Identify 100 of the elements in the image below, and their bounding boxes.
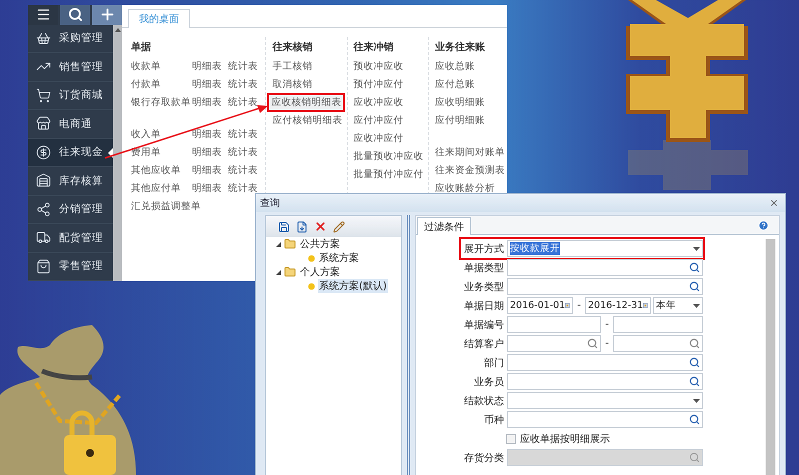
selected-text: 按收款展开 [510, 242, 560, 255]
sidebar-item[interactable]: 零售管理 [28, 252, 113, 281]
sidebar-item[interactable]: 订货商城 [28, 82, 113, 110]
menu-link[interactable]: 应付明细账 [434, 114, 485, 126]
sidebar-item[interactable]: 分销管理 [28, 196, 113, 224]
report-link[interactable]: 明细表 [192, 164, 228, 176]
dropdown-field[interactable]: 按收款展开 [507, 240, 703, 257]
search-button[interactable] [60, 5, 90, 24]
lookup-icon [689, 452, 700, 463]
tab[interactable]: 过滤条件 [417, 217, 471, 235]
sidebar-item[interactable]: 往来现金 [28, 138, 113, 167]
search-field[interactable] [613, 335, 703, 352]
report-link[interactable]: 明细表 [192, 96, 228, 108]
menu-link[interactable]: 手工核销 [272, 60, 312, 72]
scrollbar[interactable] [113, 24, 122, 281]
menu-link[interactable]: 批量预收冲应收 [354, 150, 424, 162]
report-link[interactable]: 统计表 [228, 60, 258, 72]
lookup-field[interactable] [507, 373, 703, 390]
menu-link[interactable]: 应收明细账 [434, 96, 485, 108]
calendar-icon[interactable] [643, 301, 648, 310]
menu-link[interactable]: 应付核销明细表 [272, 114, 342, 126]
report-link[interactable]: 统计表 [228, 146, 258, 158]
report-link[interactable]: 统计表 [228, 164, 258, 176]
menu-link[interactable]: 其他应付单 [131, 182, 192, 194]
caret-icon [693, 398, 700, 402]
dot-icon [308, 254, 315, 262]
report-link[interactable]: 明细表 [192, 78, 228, 90]
tree-item[interactable]: 个人方案 [299, 265, 341, 279]
text-field[interactable] [613, 316, 703, 333]
search-icon[interactable] [587, 338, 598, 349]
column-heading: 单据 [131, 40, 152, 55]
lookup-icon[interactable] [689, 376, 700, 387]
lookup-field[interactable] [507, 278, 703, 295]
column-heading: 往来冲销 [354, 40, 395, 55]
tree-item[interactable]: 系统方案(默认) [318, 279, 388, 293]
field-label: 单据编号 [464, 318, 504, 332]
menu-link[interactable]: 其他应收单 [131, 164, 192, 176]
menu-link[interactable]: 汇兑损益调整单 [131, 200, 201, 212]
lookup-field[interactable] [507, 411, 703, 428]
menu-link[interactable]: 批量预付冲应付 [354, 168, 424, 180]
save-icon[interactable] [278, 220, 290, 232]
report-link[interactable]: 统计表 [228, 182, 258, 194]
menu-link[interactable]: 应收冲应付 [354, 132, 404, 144]
field-label: 币种 [483, 414, 504, 426]
menu-link[interactable]: 收款单 [131, 60, 192, 72]
field-label: 业务员 [473, 376, 504, 388]
menu-link[interactable]: 银行存取款单 [131, 96, 192, 108]
menu-link[interactable]: 应收核销明细表 [269, 94, 344, 110]
save-as-icon[interactable] [296, 220, 308, 232]
add-button[interactable] [92, 5, 122, 24]
lookup-icon[interactable] [689, 414, 700, 425]
lookup-field[interactable] [507, 354, 703, 371]
dropdown-field[interactable] [507, 392, 703, 409]
menu-link[interactable]: 往来资金预测表 [434, 164, 505, 176]
menu-link[interactable]: 往来期间对账单 [434, 146, 505, 158]
period-dropdown[interactable]: 本年 [653, 297, 703, 314]
caret-icon [693, 304, 700, 308]
edit-icon[interactable] [333, 220, 345, 232]
delete-icon[interactable] [314, 220, 327, 233]
report-link[interactable]: 统计表 [228, 96, 258, 108]
menu-link[interactable]: 付款单 [131, 78, 192, 90]
report-link[interactable]: 明细表 [192, 60, 228, 72]
report-link[interactable]: 统计表 [228, 78, 258, 90]
search-field[interactable] [507, 335, 601, 352]
dollar-circle-icon [36, 144, 51, 160]
report-link[interactable]: 统计表 [228, 128, 258, 140]
lookup-icon[interactable] [689, 357, 700, 368]
menu-link[interactable]: 取消核销 [272, 78, 312, 90]
lookup-icon[interactable] [689, 262, 700, 273]
tree-item[interactable]: 系统方案 [318, 251, 360, 265]
tree-item[interactable]: 公共方案 [299, 237, 341, 251]
expand-triangle-icon[interactable] [276, 242, 281, 246]
text-field[interactable] [507, 316, 601, 333]
menu-link[interactable]: 应付冲应付 [354, 114, 404, 126]
calendar-icon[interactable] [565, 301, 570, 310]
lookup-field[interactable] [507, 259, 703, 276]
menu-link[interactable]: 应收冲应收 [354, 96, 404, 108]
menu-link[interactable]: 应收总账 [434, 60, 475, 72]
menu-link[interactable]: 应付总账 [434, 78, 475, 90]
expand-triangle-icon[interactable] [276, 270, 281, 274]
menu-link[interactable]: 预收冲应收 [354, 60, 404, 72]
warehouse-icon [36, 173, 51, 188]
close-icon[interactable] [769, 198, 779, 208]
date-field[interactable]: 2016-12-31 [585, 297, 651, 314]
menu-button[interactable] [28, 5, 58, 24]
date-field[interactable]: 2016-01-01 [507, 297, 573, 314]
scroll-up-icon[interactable] [114, 28, 120, 32]
menu-link[interactable]: 预付冲应付 [354, 78, 404, 90]
search-icon[interactable] [689, 338, 700, 349]
report-link[interactable]: 明细表 [192, 146, 228, 158]
menu-link[interactable]: 收入单 [131, 128, 192, 140]
help-icon[interactable] [758, 220, 769, 230]
checkbox[interactable] [506, 434, 516, 444]
lookup-icon[interactable] [689, 281, 700, 292]
report-link[interactable]: 明细表 [192, 182, 228, 194]
report-link[interactable]: 明细表 [192, 128, 228, 140]
menu-icon [36, 7, 50, 22]
caret-icon [693, 246, 700, 250]
column-heading: 业务往来账 [434, 40, 486, 55]
menu-link[interactable]: 应收账龄分析 [434, 182, 495, 194]
